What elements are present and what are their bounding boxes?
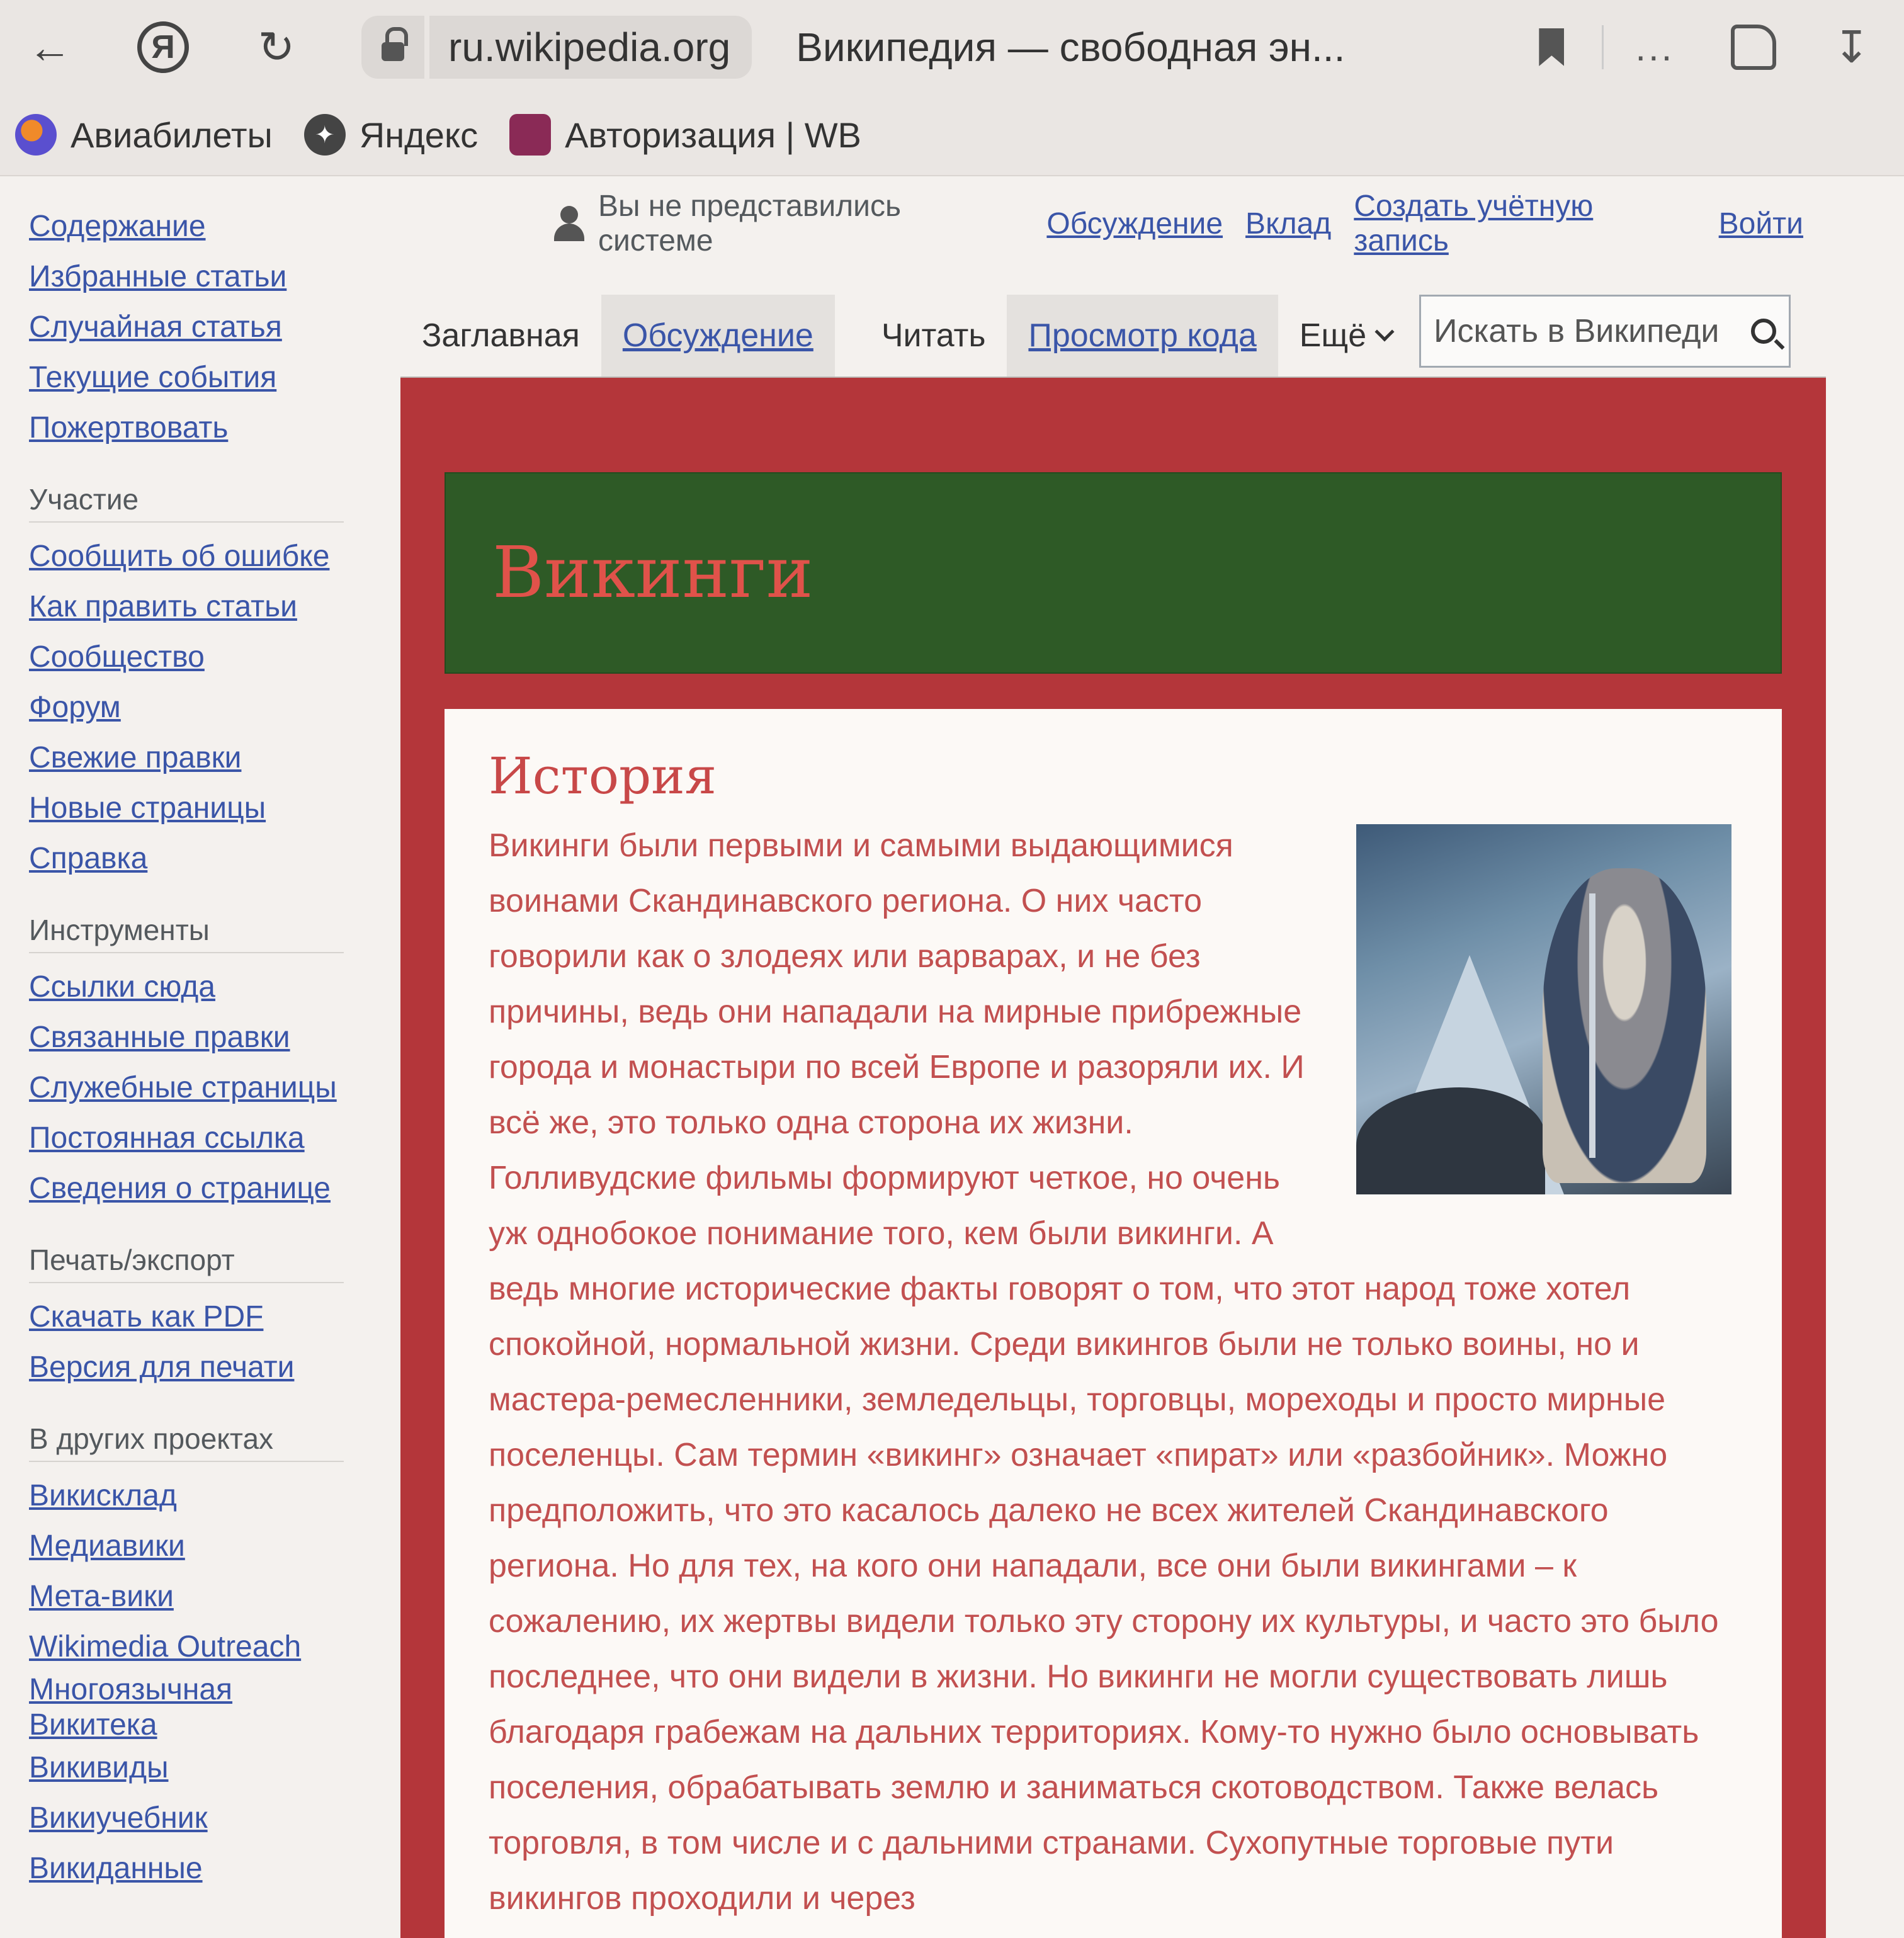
sidebar-item-recent-changes[interactable]: Свежие правки [29,733,403,783]
back-icon[interactable]: ← [15,13,84,82]
sidebar-item-mediawiki[interactable]: Медиавики [29,1521,403,1572]
tab-main-page[interactable]: Заглавная [400,295,601,377]
sidebar-item-related-changes[interactable]: Связанные правки [29,1012,403,1063]
sidebar-heading-participation: Участие [29,482,344,523]
sidebar-item-what-links-here[interactable]: Ссылки сюда [29,962,403,1012]
user-icon [554,206,584,241]
sidebar-item-forum[interactable]: Форум [29,683,403,733]
bookmark-yandex[interactable]: ✦ Яндекс [303,114,479,156]
bookmarks-bar: Авиабилеты ✦ Яндекс Авторизация | WB [0,94,1904,176]
sidebar-item-outreach[interactable]: Wikimedia Outreach [29,1622,403,1672]
article-frame: Викинги История Викинги были первыми и с… [400,378,1826,1938]
more-label: Ещё [1299,317,1367,354]
sidebar-item-current-events[interactable]: Текущие события [29,353,403,403]
login-status: Вы не представились системе [598,190,901,258]
viking-image[interactable] [1356,824,1731,1194]
sidebar-item-download-pdf[interactable]: Скачать как PDF [29,1292,403,1342]
user-menu: Вы не представились системе Обсуждение В… [554,189,1826,258]
lock-icon[interactable] [361,16,424,79]
sidebar-item-page-info[interactable]: Сведения о странице [29,1164,403,1214]
sidebar-item-permanent-link[interactable]: Постоянная ссылка [29,1113,403,1164]
tab-more[interactable]: Ещё [1278,295,1413,377]
sidebar-item-special-pages[interactable]: Служебные страницы [29,1063,403,1113]
search-placeholder: Искать в Википеди [1434,313,1720,349]
browser-toolbar: ← Я ↻ ru.wikipedia.org Википедия — свобо… [0,0,1904,94]
yandex-icon: Я [137,21,189,73]
page-title: Википедия — свободная эн... [796,25,1346,70]
wb-icon [509,114,552,156]
search-icon[interactable] [1751,319,1777,344]
bookmark-aviabilety[interactable]: Авиабилеты [15,114,273,156]
sidebar-item-wikisource[interactable]: Многоязычная Викитека [29,1672,268,1743]
sidebar-item-featured[interactable]: Избранные статьи [29,252,403,302]
contributions-link[interactable]: Вклад [1245,207,1331,241]
sidebar-item-wikibooks[interactable]: Викиучебник [29,1793,403,1844]
protect-icon[interactable] [1731,25,1777,70]
sidebar-item-wikispecies[interactable]: Викивиды [29,1743,403,1793]
bookmark-icon[interactable] [1539,28,1565,66]
sidebar-item-wikidata[interactable]: Викиданные [29,1844,403,1894]
reload-icon[interactable]: ↻ [242,13,311,82]
address-bar[interactable]: ru.wikipedia.org [429,16,752,79]
search-input[interactable]: Искать в Википеди [1419,295,1791,368]
tab-view-source[interactable]: Просмотр кода [1007,295,1278,377]
sidebar-item-how-to-edit[interactable]: Как править статьи [29,582,403,632]
bookmark-label: Авиабилеты [71,115,273,155]
sidebar-item-meta-wiki[interactable]: Мета-вики [29,1572,403,1622]
toolbar-divider [1602,25,1604,69]
aviabilety-icon [15,114,57,156]
download-icon[interactable]: ↧ [1833,21,1870,73]
chevron-down-icon [1374,322,1395,342]
article-title: Викинги [492,532,813,614]
sidebar-heading-print: Печать/экспорт [29,1243,344,1283]
sidebar-heading-tools: Инструменты [29,913,344,953]
bookmark-label: Яндекс [359,115,479,155]
yandex-home-button[interactable]: Я [128,13,198,82]
tab-talk[interactable]: Обсуждение [601,295,835,377]
more-button[interactable]: ... [1635,26,1674,69]
bookmark-wb[interactable]: Авторизация | WB [509,114,861,156]
create-account-link[interactable]: Создать учётную запись [1354,189,1696,258]
sidebar-item-community[interactable]: Сообщество [29,632,403,683]
article-content: История Викинги были первыми и самыми вы… [445,709,1782,1938]
sidebar-item-report-error[interactable]: Сообщить об ошибке [29,531,403,582]
sidebar-item-donate[interactable]: Пожертвовать [29,403,403,453]
article-banner: Викинги [445,472,1782,674]
yandex-star-icon: ✦ [303,114,346,156]
bookmark-label: Авторизация | WB [565,115,861,155]
user-talk-link[interactable]: Обсуждение [1046,207,1223,241]
page-tabs: Заглавная Обсуждение Читать Просмотр код… [400,295,1826,378]
sidebar-item-new-pages[interactable]: Новые страницы [29,783,403,834]
sidebar-item-print-version[interactable]: Версия для печати [29,1342,403,1393]
sidebar-item-commons[interactable]: Викисклад [29,1471,403,1521]
tab-read[interactable]: Читать [860,295,1007,377]
section-heading: История [489,747,717,805]
sidebar-heading-projects: В других проектах [29,1422,344,1462]
login-link[interactable]: Войти [1719,207,1803,241]
sidebar-item-contents[interactable]: Содержание [29,201,403,252]
sidebar-item-help[interactable]: Справка [29,834,403,884]
sidebar-item-random[interactable]: Случайная статья [29,302,403,353]
sidebar: Содержание Избранные статьи Случайная ст… [0,176,403,1938]
